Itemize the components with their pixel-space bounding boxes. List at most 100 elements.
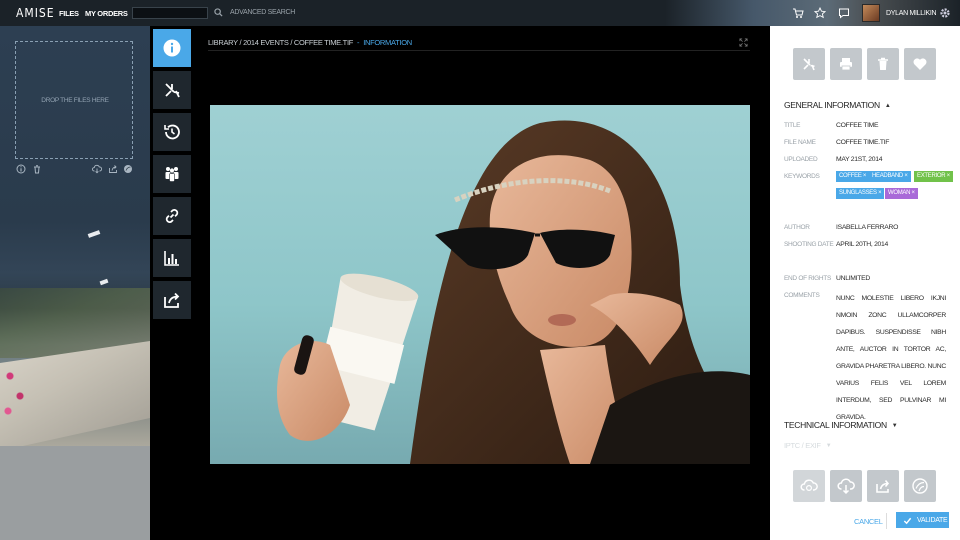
remove-tag-icon[interactable]: × (878, 190, 882, 196)
image-preview[interactable] (210, 105, 750, 464)
stats-tool-button[interactable] (153, 239, 191, 277)
stats-icon (164, 251, 179, 266)
upload-panel: DROP THE FILES HERE (0, 26, 150, 540)
upload-button[interactable] (793, 470, 825, 502)
tool-sidebar (150, 26, 194, 540)
woman-with-coffee-photo (277, 120, 750, 464)
fullscreen-icon[interactable] (739, 38, 748, 47)
background-flowers (0, 356, 30, 426)
cart-icon[interactable] (792, 7, 804, 19)
validate-label: VALIDATE (917, 516, 948, 524)
caret-down-icon: ▼ (825, 443, 832, 450)
iptc-exif-title: IPTC / EXIF (784, 441, 821, 450)
keyword-tag[interactable]: COFFEE × (836, 171, 870, 182)
people-tool-button[interactable] (153, 155, 191, 193)
general-info-header[interactable]: GENERAL INFORMATION ▲ (784, 100, 891, 110)
download-button[interactable] (830, 470, 862, 502)
drop-zone-text: DROP THE FILES HERE (41, 97, 109, 104)
share-icon (876, 479, 890, 493)
star-icon[interactable] (814, 7, 826, 19)
caret-down-icon: ▼ (891, 422, 898, 429)
crop-tools-icon (165, 83, 180, 98)
technical-info-header[interactable]: TECHNICAL INFORMATION ▼ (784, 420, 898, 430)
keyword-tag[interactable]: HEADBAND × (869, 171, 911, 182)
username[interactable]: DYLAN MILLIKIN (886, 10, 937, 17)
crop-tools-button[interactable] (153, 71, 191, 109)
keyword-text: EXTERIOR (917, 173, 946, 179)
comments-label: COMMENTS (784, 292, 820, 299)
info-icon (163, 39, 181, 57)
breadcrumb-current: INFORMATION (363, 38, 412, 47)
keywords-label: KEYWORDS (784, 173, 820, 180)
technical-info-title: TECHNICAL INFORMATION (784, 420, 887, 430)
validate-button[interactable]: VALIDATE (896, 512, 949, 528)
disc-icon[interactable] (123, 164, 133, 174)
keyword-tag[interactable]: SUNGLASSES × (836, 188, 885, 199)
caret-up-icon: ▲ (884, 102, 891, 109)
check-icon (903, 517, 912, 524)
background-boat (99, 278, 109, 286)
background-ground (0, 446, 150, 540)
crop-button[interactable] (793, 48, 825, 80)
author-label: AUTHOR (784, 224, 810, 231)
file-drop-zone[interactable]: DROP THE FILES HERE (15, 41, 133, 159)
shooting-date-value: APRIL 20TH, 2014 (836, 241, 888, 248)
keyword-text: SUNGLASSES (839, 190, 877, 196)
avatar[interactable] (862, 4, 880, 22)
favorite-button[interactable] (904, 48, 936, 80)
delete-button[interactable] (867, 48, 899, 80)
share-button[interactable] (867, 470, 899, 502)
keyword-text: COFFEE (839, 173, 862, 179)
preview-area: LIBRARY / 2014 EVENTS / COFFEE TIME.TIF -… (194, 26, 770, 540)
history-icon (164, 124, 180, 140)
keyword-text: HEADBAND (872, 173, 903, 179)
background-boat (87, 230, 101, 238)
people-icon (165, 167, 179, 182)
info-tool-button[interactable] (153, 29, 191, 67)
disc-icon (912, 478, 928, 494)
remove-tag-icon[interactable]: × (863, 173, 867, 179)
print-button[interactable] (830, 48, 862, 80)
share-tool-button[interactable] (153, 281, 191, 319)
chat-icon[interactable] (838, 7, 850, 19)
cancel-button[interactable]: CANCEL (854, 517, 883, 526)
info-panel: GENERAL INFORMATION ▲ TITLE COFFEE TIME F… (770, 26, 960, 540)
author-value: ISABELLA FERRARO (836, 224, 899, 231)
advanced-search-link[interactable]: ADVANCED SEARCH (230, 9, 295, 16)
keyword-tag[interactable]: EXTERIOR × (914, 171, 953, 182)
trash-icon (878, 57, 888, 70)
nav-files[interactable]: FILES (59, 9, 79, 18)
iptc-exif-header[interactable]: IPTC / EXIF ▼ (784, 441, 832, 450)
link-icon (165, 209, 179, 223)
search-input[interactable] (132, 7, 208, 19)
breadcrumb-path[interactable]: LIBRARY / 2014 EVENTS / COFFEE TIME.TIF (208, 38, 353, 47)
info-icon[interactable] (16, 164, 26, 174)
link-tool-button[interactable] (153, 197, 191, 235)
settings-gear-icon[interactable] (939, 7, 951, 19)
share-icon (164, 292, 180, 308)
print-icon (840, 58, 852, 71)
general-info-title: GENERAL INFORMATION (784, 100, 880, 110)
search-icon[interactable] (214, 8, 223, 17)
remove-tag-icon[interactable]: × (904, 173, 908, 179)
remove-tag-icon[interactable]: × (912, 190, 916, 196)
filename-value: COFFEE TIME.TIF (836, 139, 890, 146)
uploaded-value: MAY 21ST, 2014 (836, 156, 883, 163)
app-logo[interactable]: AMISE (16, 6, 55, 20)
title-value: COFFEE TIME (836, 122, 879, 129)
remove-tag-icon[interactable]: × (947, 173, 951, 179)
share-icon[interactable] (108, 164, 118, 174)
cloud-download-icon[interactable] (92, 164, 102, 174)
trash-icon[interactable] (32, 164, 42, 174)
publish-button[interactable] (904, 470, 936, 502)
filename-label: FILE NAME (784, 139, 816, 146)
cloud-download-icon (837, 478, 855, 495)
history-tool-button[interactable] (153, 113, 191, 151)
title-label: TITLE (784, 122, 801, 129)
nav-my-orders[interactable]: MY ORDERS (85, 9, 128, 18)
comments-value: NUNC MOLESTIE LIBERO IKJNI NMOIN ZONC UL… (836, 295, 946, 421)
breadcrumb-separator: - (357, 38, 360, 47)
heart-icon (913, 58, 927, 70)
keyword-tag[interactable]: WOMAN × (885, 188, 918, 199)
breadcrumb-divider (208, 50, 750, 51)
